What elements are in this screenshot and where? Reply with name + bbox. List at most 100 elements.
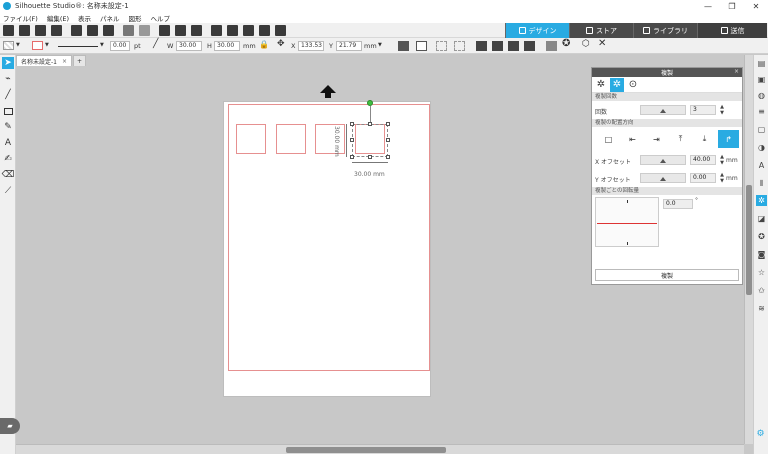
rotation-preview-box[interactable] <box>595 197 659 247</box>
resize-handle[interactable] <box>386 155 390 159</box>
vertical-scrollbar[interactable] <box>744 55 753 444</box>
lock-icon[interactable]: 🔒 <box>259 40 269 49</box>
tab-library[interactable]: ライブラリ <box>633 23 697 38</box>
menu-panel[interactable]: パネル <box>100 13 120 23</box>
resize-handle[interactable] <box>386 122 390 126</box>
rotation-handle[interactable] <box>367 100 373 106</box>
brush-tool-icon[interactable]: ✍ <box>2 153 14 165</box>
send-backward-icon[interactable] <box>508 41 519 51</box>
point-edit-tool-icon[interactable]: ⌁ <box>2 73 14 85</box>
library-toggle-button[interactable]: ▰ <box>0 418 20 434</box>
select-mode-icon[interactable] <box>191 25 202 36</box>
maximize-button[interactable]: ❐ <box>720 0 744 12</box>
doc-tab-close-icon[interactable]: × <box>62 58 67 65</box>
square-shape[interactable] <box>236 124 266 154</box>
fill-dropdown-icon[interactable]: ▼ <box>16 42 20 48</box>
fill-color-swatch[interactable] <box>3 41 14 50</box>
pos-unit-dropdown-icon[interactable]: ▼ <box>378 42 382 48</box>
replicate-advanced-tab-icon[interactable]: ✲ <box>610 77 624 92</box>
star-icon[interactable]: ☆ <box>756 267 767 278</box>
resize-handle[interactable] <box>386 138 390 142</box>
square-shape[interactable] <box>315 124 345 154</box>
direction-down-icon[interactable]: ⤓ <box>694 130 715 148</box>
cut-icon[interactable] <box>71 25 82 36</box>
knife-tool-icon[interactable]: ⟋ <box>2 185 14 197</box>
resize-handle[interactable] <box>368 122 372 126</box>
offset-icon[interactable]: ✪ <box>756 231 767 242</box>
height-field[interactable]: 30.00 <box>214 41 240 51</box>
menu-edit[interactable]: 編集(E) <box>47 13 69 23</box>
select-tool-icon[interactable]: ➤ <box>2 57 14 69</box>
x-offset-field[interactable]: 40.00 <box>690 155 716 165</box>
replicate-icon[interactable]: ✲ <box>756 195 767 206</box>
slider-thumb-icon[interactable] <box>660 159 666 163</box>
transparency-icon[interactable]: ◑ <box>756 142 767 153</box>
panel-header[interactable]: 複製 × <box>592 68 742 77</box>
move-icon[interactable]: ✥ <box>277 39 285 49</box>
bring-front-icon[interactable] <box>476 41 487 51</box>
replicate-radial-tab-icon[interactable]: ⊙ <box>626 78 640 92</box>
paste-icon[interactable] <box>103 25 114 36</box>
new-file-icon[interactable] <box>3 25 14 36</box>
width-field[interactable]: 30.00 <box>176 41 202 51</box>
x-offset-slider[interactable] <box>640 155 686 165</box>
selection-box[interactable] <box>352 124 388 157</box>
y-offset-field[interactable]: 0.00 <box>690 173 716 183</box>
line-style-icon[interactable]: ≡ <box>756 106 767 117</box>
slider-thumb-icon[interactable] <box>660 109 666 113</box>
y-offset-slider[interactable] <box>640 173 686 183</box>
fill-icon[interactable]: ▢ <box>756 124 767 135</box>
doc-tab[interactable]: 名称未設定-1 × <box>16 55 73 66</box>
save-icon[interactable] <box>35 25 46 36</box>
print-icon[interactable] <box>51 25 62 36</box>
direction-up-icon[interactable]: ⤒ <box>670 130 691 148</box>
resize-handle[interactable] <box>368 155 372 159</box>
tab-store[interactable]: ストア <box>569 23 633 38</box>
palette-icon[interactable]: ◍ <box>756 90 767 101</box>
panel-close-icon[interactable]: × <box>734 68 739 75</box>
horizontal-scrollbar[interactable] <box>16 444 744 454</box>
new-tab-button[interactable]: + <box>73 55 87 66</box>
rectangle-tool-icon[interactable] <box>2 105 14 117</box>
y-field[interactable]: 21.79 <box>336 41 362 51</box>
bring-forward-icon[interactable] <box>492 41 503 51</box>
redo-icon[interactable] <box>139 25 150 36</box>
count-spinner[interactable]: ▲▼ <box>719 104 725 116</box>
center-icon[interactable] <box>416 41 427 51</box>
zoom-in-icon[interactable] <box>211 25 222 36</box>
zoom-fit-icon[interactable] <box>243 25 254 36</box>
direction-left-icon[interactable]: ⇤ <box>622 130 643 148</box>
zoom-out-icon[interactable] <box>227 25 238 36</box>
resize-handle[interactable] <box>350 138 354 142</box>
vertical-scroll-thumb[interactable] <box>746 185 752 295</box>
menu-help[interactable]: ヘルプ <box>151 13 171 23</box>
x-field[interactable]: 133.53 <box>298 41 324 51</box>
sketch-icon[interactable]: ≋ <box>756 303 767 314</box>
count-slider[interactable] <box>640 105 686 115</box>
text-tool-icon[interactable]: A <box>2 137 14 149</box>
select-all-icon[interactable] <box>159 25 170 36</box>
send-back-icon[interactable] <box>524 41 535 51</box>
horizontal-scroll-thumb[interactable] <box>286 447 446 453</box>
rotation-field[interactable]: 0.0 <box>663 199 693 209</box>
copy-icon[interactable] <box>87 25 98 36</box>
image-icon[interactable]: ▣ <box>756 74 767 85</box>
align-panel-icon[interactable]: ⫴ <box>756 178 767 189</box>
x-offset-spinner[interactable]: ▲▼ <box>719 154 725 166</box>
menu-file[interactable]: ファイル(F) <box>3 13 38 23</box>
menu-shape[interactable]: 図形 <box>129 13 142 23</box>
resize-handle[interactable] <box>350 122 354 126</box>
count-field[interactable]: 3 <box>690 105 716 115</box>
transform-icon[interactable]: ◪ <box>756 213 767 224</box>
delete-icon[interactable]: ✕ <box>598 38 606 49</box>
pen-tool-icon[interactable]: ✎ <box>2 121 14 133</box>
direction-custom-icon[interactable]: ↱ <box>718 130 739 148</box>
ungroup-icon[interactable] <box>454 41 465 51</box>
close-button[interactable]: ✕ <box>744 0 768 12</box>
direction-right-icon[interactable]: ⇥ <box>646 130 667 148</box>
group-icon[interactable] <box>436 41 447 51</box>
favorite-icon[interactable]: ✩ <box>756 285 767 296</box>
minimize-button[interactable]: — <box>696 0 720 12</box>
replicate-button[interactable]: 複製 <box>595 269 739 281</box>
line-width-field[interactable]: 0.00 <box>110 41 130 51</box>
